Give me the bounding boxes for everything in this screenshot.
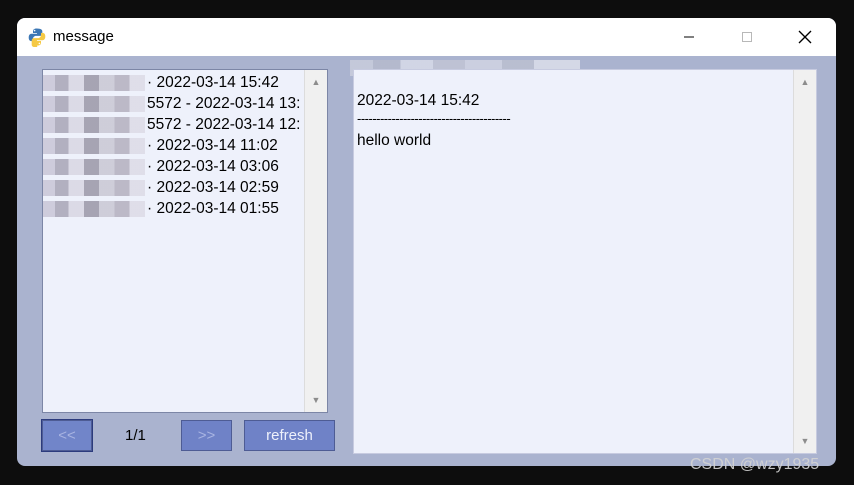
close-button[interactable] <box>782 18 828 56</box>
scroll-up-icon[interactable]: ▲ <box>305 72 327 92</box>
list-item[interactable]: · 2022-03-14 03:06 <box>43 156 305 177</box>
redacted-sender <box>43 200 145 217</box>
detail-scrollbar[interactable]: ▲ ▼ <box>793 70 816 453</box>
title-bar[interactable]: message <box>17 18 836 56</box>
detail-timestamp: 2022-03-14 15:42 <box>357 92 480 109</box>
refresh-button[interactable]: refresh <box>244 420 335 451</box>
redacted-sender <box>43 179 145 196</box>
minimize-button[interactable] <box>666 18 712 56</box>
list-scrollbar[interactable]: ▲ ▼ <box>304 70 327 412</box>
watermark: CSDN @wzy1935 <box>690 456 820 473</box>
list-item[interactable]: · 2022-03-14 02:59 <box>43 177 305 198</box>
page-indicator: 1/1 <box>125 427 146 444</box>
scroll-down-icon[interactable]: ▼ <box>305 390 327 410</box>
scroll-up-icon[interactable]: ▲ <box>794 72 816 92</box>
list-item[interactable]: · 2022-03-14 15:42 <box>43 72 305 93</box>
redacted-sender <box>43 116 145 133</box>
list-item[interactable]: · 2022-03-14 11:02 <box>43 135 305 156</box>
prev-page-button[interactable]: << <box>41 419 93 452</box>
redacted-sender <box>43 158 145 175</box>
window-title: message <box>53 28 114 45</box>
maximize-icon <box>742 32 752 42</box>
redacted-sender <box>43 74 145 91</box>
redacted-sender <box>43 95 145 112</box>
minimize-icon <box>684 36 694 38</box>
message-detail[interactable]: 2022-03-14 15:42 -----------------------… <box>353 69 817 454</box>
list-item[interactable]: 5572 - 2022-03-14 13: <box>43 93 305 114</box>
scroll-down-icon[interactable]: ▼ <box>794 431 816 451</box>
python-icon <box>28 28 46 47</box>
redacted-sender <box>43 137 145 154</box>
close-icon <box>798 30 812 44</box>
list-item[interactable]: · 2022-03-14 01:55 <box>43 198 305 219</box>
maximize-button[interactable] <box>724 18 770 56</box>
list-item[interactable]: 5572 - 2022-03-14 12: <box>43 114 305 135</box>
message-list[interactable]: · 2022-03-14 15:42 5572 - 2022-03-14 13:… <box>42 69 328 413</box>
detail-divider: ---------------------------------------- <box>357 111 511 126</box>
detail-body: hello world <box>357 132 432 149</box>
message-window: message · 2022-03-14 15:42 5572 - 2022-0… <box>17 18 836 466</box>
next-page-button[interactable]: >> <box>181 420 232 451</box>
